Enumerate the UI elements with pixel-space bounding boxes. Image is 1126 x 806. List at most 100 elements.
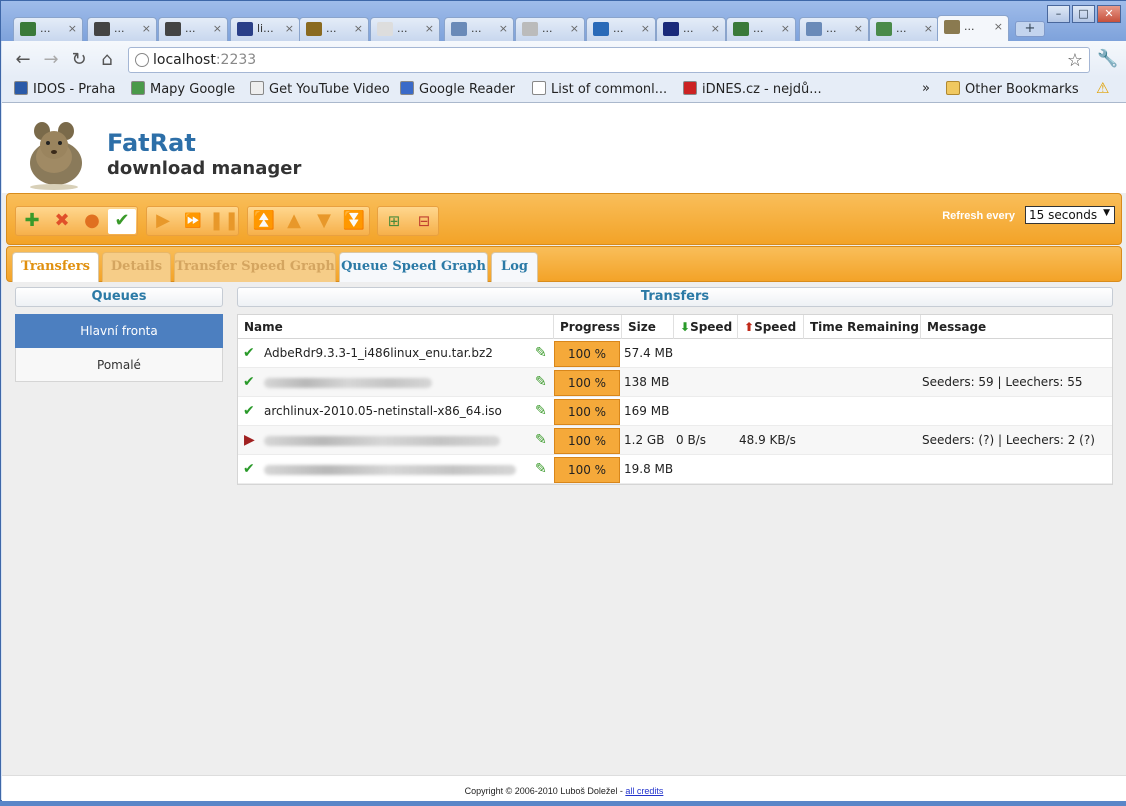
close-tab-icon[interactable]: × <box>854 22 863 35</box>
close-tab-icon[interactable]: × <box>711 22 720 35</box>
tab-transfer-speed-graph[interactable]: Transfer Speed Graph <box>174 252 336 282</box>
tab-details[interactable]: Details <box>102 252 171 282</box>
browser-tab[interactable]: ... × <box>158 17 228 41</box>
table-row[interactable]: ✔ AdbeRdr9.3.3-1_i486linux_enu.tar.bz2 ✎ 10… <box>238 339 1112 368</box>
transfer-message: Seeders: 59 | Leechers: 55 <box>922 375 1083 389</box>
bookmark-star-icon[interactable]: ☆ <box>1067 50 1083 71</box>
close-window-button[interactable]: ✕ <box>1097 5 1121 23</box>
browser-tab[interactable]: ... × <box>586 17 656 41</box>
column-size[interactable]: Size <box>622 315 674 339</box>
progress-bar: 100 % <box>554 341 620 367</box>
browser-tab[interactable]: ... × <box>87 17 157 41</box>
queue-item-main[interactable]: Hlavní fronta <box>15 314 223 348</box>
bookmark-item[interactable]: Google Reader <box>400 81 515 97</box>
reload-icon[interactable]: ↻ <box>68 49 90 70</box>
queue-item-slow[interactable]: Pomalé <box>15 348 223 382</box>
new-tab-button[interactable]: + <box>1015 21 1045 37</box>
tab-favicon-icon <box>165 22 181 36</box>
browser-tab[interactable]: ... × <box>444 17 514 41</box>
close-tab-icon[interactable]: × <box>924 22 933 35</box>
move-down-icon[interactable]: ▼ <box>310 209 338 234</box>
close-tab-icon[interactable]: × <box>641 22 650 35</box>
other-bookmarks-label: Other Bookmarks <box>965 82 1079 97</box>
close-tab-icon[interactable]: × <box>142 22 151 35</box>
edit-pencil-icon[interactable]: ✎ <box>535 368 547 397</box>
pause-icon[interactable]: ❚❚ <box>209 209 239 234</box>
warning-icon[interactable]: ⚠ <box>1096 79 1109 97</box>
start-icon[interactable]: ▶ <box>149 209 177 234</box>
page-footer: Copyright © 2006-2010 Luboš Doležel - al… <box>2 775 1126 801</box>
tab-log[interactable]: Log <box>491 252 538 282</box>
browser-tab[interactable]: ... × <box>13 17 83 41</box>
bookmark-item[interactable]: IDOS - Praha <box>14 81 115 97</box>
home-icon[interactable]: ⌂ <box>96 49 118 70</box>
close-tab-icon[interactable]: × <box>781 22 790 35</box>
move-actions-group: ⏫ ▲ ▼ ⏬ <box>247 206 370 236</box>
table-row[interactable]: ✔ archlinux-2010.05-netinstall-x86_64.iso… <box>238 397 1112 426</box>
tab-title: ... <box>896 22 907 35</box>
delete-with-data-icon[interactable]: ● <box>78 209 106 234</box>
column-time-remaining[interactable]: Time Remaining <box>804 315 921 339</box>
close-tab-icon[interactable]: × <box>213 22 222 35</box>
column-down-speed[interactable]: ⬇Speed <box>674 315 738 339</box>
close-tab-icon[interactable]: × <box>570 22 579 35</box>
tab-transfers[interactable]: Transfers <box>12 252 99 282</box>
bookmark-item[interactable]: iDNES.cz - nejdů... <box>683 81 822 97</box>
tab-title: ... <box>471 22 482 35</box>
wrench-icon[interactable]: 🔧 <box>1097 49 1118 69</box>
add-transfer-icon[interactable]: ✚ <box>18 209 46 234</box>
browser-tab[interactable]: ... × <box>656 17 726 41</box>
tab-queue-speed-graph[interactable]: Queue Speed Graph <box>339 252 488 282</box>
tab-favicon-icon <box>451 22 467 36</box>
browser-tab[interactable]: ... × <box>869 17 939 41</box>
close-tab-icon[interactable]: × <box>285 22 294 35</box>
bookmarks-bar: » Other Bookmarks ⚠ IDOS - Praha Mapy Goo… <box>2 77 1126 103</box>
browser-tab[interactable]: ... × <box>515 17 585 41</box>
browser-tab[interactable]: ... × <box>726 17 796 41</box>
edit-pencil-icon[interactable]: ✎ <box>535 397 547 426</box>
other-bookmarks[interactable]: Other Bookmarks <box>946 81 1079 97</box>
table-row[interactable]: ✔ ✎ 100 % 19.8 MB <box>238 455 1112 484</box>
force-start-icon[interactable]: ⏩ <box>179 209 207 234</box>
column-up-speed[interactable]: ⬆Speed <box>738 315 804 339</box>
close-tab-icon[interactable]: × <box>499 22 508 35</box>
column-progress[interactable]: Progress <box>554 315 622 339</box>
close-tab-icon[interactable]: × <box>68 22 77 35</box>
table-row[interactable]: ▶ ✎ 100 % 1.2 GB 0 B/s 48.9 KB/s Seeders: (?) … <box>238 426 1112 455</box>
move-bottom-icon[interactable]: ⏬ <box>340 209 368 234</box>
table-row[interactable]: ✔ ✎ 100 % 138 MB Seeders: 59 | Leechers: 55 <box>238 368 1112 397</box>
bookmark-item[interactable]: Mapy Google <box>131 81 235 97</box>
maximize-button[interactable]: □ <box>1072 5 1095 23</box>
add-queue-icon[interactable]: ⊞ <box>380 209 408 234</box>
move-up-icon[interactable]: ▲ <box>280 209 308 234</box>
refresh-label: Refresh every <box>942 210 1015 222</box>
browser-tab[interactable]: ... × <box>799 17 869 41</box>
tab-favicon-icon <box>663 22 679 36</box>
column-message[interactable]: Message <box>921 315 1113 339</box>
refresh-interval-select[interactable]: 15 seconds ▼ <box>1025 206 1115 224</box>
bookmark-item[interactable]: Get YouTube Video <box>250 81 390 97</box>
bookmark-item[interactable]: List of commonl... <box>532 81 667 97</box>
bookmarks-overflow-icon[interactable]: » <box>922 81 930 96</box>
edit-pencil-icon[interactable]: ✎ <box>535 455 547 484</box>
back-icon[interactable]: ← <box>12 49 34 70</box>
close-tab-icon[interactable]: × <box>994 20 1003 33</box>
browser-tab[interactable]: ... × <box>937 15 1009 42</box>
edit-pencil-icon[interactable]: ✎ <box>535 339 547 368</box>
browser-tab[interactable]: ... × <box>299 17 369 41</box>
close-tab-icon[interactable]: × <box>354 22 363 35</box>
minimize-button[interactable]: – <box>1047 5 1070 23</box>
forward-icon[interactable]: → <box>40 49 62 70</box>
move-top-icon[interactable]: ⏫ <box>250 209 278 234</box>
all-credits-link[interactable]: all credits <box>625 786 663 796</box>
tab-title: ... <box>542 22 553 35</box>
edit-pencil-icon[interactable]: ✎ <box>535 426 547 455</box>
remove-queue-icon[interactable]: ⊟ <box>410 209 438 234</box>
resume-check-icon[interactable]: ✔ <box>108 209 136 234</box>
column-name[interactable]: Name <box>238 315 554 339</box>
browser-tab[interactable]: ... × <box>370 17 440 41</box>
browser-tab[interactable]: li... × <box>230 17 300 41</box>
delete-transfer-icon[interactable]: ✖ <box>48 209 76 234</box>
close-tab-icon[interactable]: × <box>425 22 434 35</box>
address-bar[interactable]: localhost:2233 ☆ <box>128 47 1090 73</box>
